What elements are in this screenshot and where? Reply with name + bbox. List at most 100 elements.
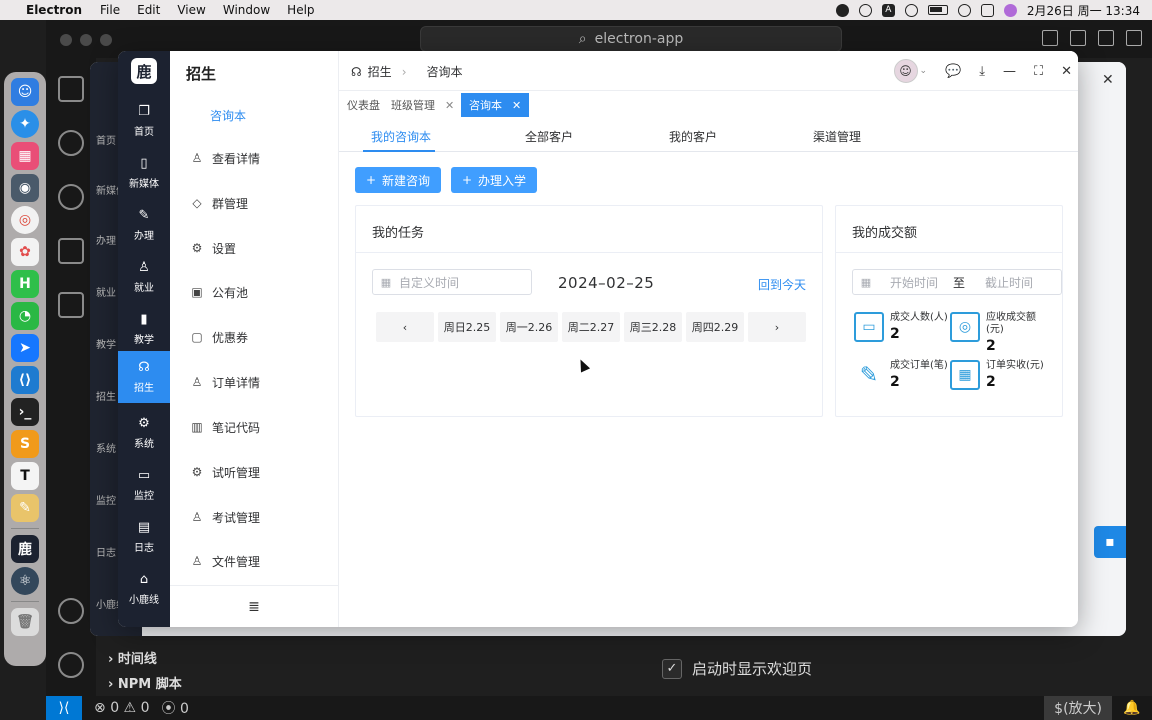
zoom-status[interactable]: $(放大)	[1044, 696, 1112, 720]
nav-item-employment[interactable]: ♙ 就业	[118, 251, 170, 303]
menubar-app-name[interactable]: Electron	[26, 3, 82, 17]
timeline-section[interactable]: › 时间线	[108, 648, 157, 667]
day-button[interactable]: 周三2.28	[624, 312, 682, 342]
message-icon[interactable]: 💬	[945, 64, 961, 79]
user-menu[interactable]: ☺ ⌄	[893, 59, 927, 83]
cloud-icon[interactable]	[858, 3, 872, 17]
close-tab-icon[interactable]: ✕	[445, 99, 454, 112]
ports-status[interactable]: ⦿ 0	[161, 698, 188, 718]
baidu-netdisk-icon[interactable]: ✿	[11, 238, 39, 266]
nav-item-enrollment[interactable]: ☊ 招生	[118, 351, 170, 403]
day-button[interactable]: 周四2.29	[686, 312, 744, 342]
toggle-secondary-sidebar-icon[interactable]	[1098, 30, 1114, 46]
tab-all-customers[interactable]: 全部客户	[525, 128, 573, 145]
siri-icon[interactable]	[1003, 3, 1017, 17]
remote-icon[interactable]: ⟩⟨	[46, 696, 82, 720]
nav-item-xiaoluxian[interactable]: ⌂ 小鹿线	[118, 563, 170, 615]
electron-icon[interactable]: ⚛	[11, 567, 39, 595]
customize-layout-icon[interactable]	[1126, 30, 1142, 46]
tab-my-customers[interactable]: 我的客户	[669, 128, 717, 145]
app-deer-icon[interactable]: 鹿	[11, 535, 39, 563]
menu-edit[interactable]: Edit	[137, 3, 160, 17]
submenu-item-trial-class[interactable]: ⚙ 试听管理	[190, 462, 260, 482]
tag-consult-book[interactable]: 咨询本 ✕	[461, 93, 530, 117]
submenu-item-view-details[interactable]: ♙ 查看详情	[190, 148, 260, 168]
command-center-search[interactable]: ⌕ electron-app	[420, 26, 842, 52]
record-icon[interactable]	[835, 3, 849, 17]
tag-class-management[interactable]: 班级管理 ✕	[383, 93, 462, 117]
safari-icon[interactable]: ✦	[11, 110, 39, 138]
input-method-icon[interactable]: A	[881, 3, 895, 17]
menubar-clock[interactable]: 2月26日 周一 13:34	[1027, 2, 1140, 19]
menu-help[interactable]: Help	[287, 3, 314, 17]
hbuilder-icon[interactable]: H	[11, 270, 39, 298]
nav-item-log[interactable]: ▤ 日志	[118, 511, 170, 563]
problems-status[interactable]: ⊗ 0 ⚠ 0	[94, 700, 149, 716]
zoom-dot[interactable]	[100, 34, 112, 46]
launchpad-icon[interactable]: ▦	[11, 142, 39, 170]
show-welcome-toggle[interactable]: ✓ 启动时显示欢迎页	[662, 658, 812, 679]
maximize-icon[interactable]: ⛶	[1034, 64, 1043, 79]
explorer-icon[interactable]	[58, 76, 84, 102]
nav-item-new-media[interactable]: ▯ 新媒体	[118, 147, 170, 199]
manage-gear-icon[interactable]	[58, 652, 84, 678]
close-icon[interactable]: ✕	[1061, 64, 1072, 79]
nav-item-teaching[interactable]: ▮ 教学	[118, 303, 170, 355]
source-control-icon[interactable]	[58, 184, 84, 210]
sublime-icon[interactable]: S	[11, 430, 39, 458]
accounts-icon[interactable]	[58, 598, 84, 624]
next-day-button[interactable]: ›	[748, 312, 806, 342]
run-debug-icon[interactable]	[58, 238, 84, 264]
custom-time-input[interactable]: ▦ 自定义时间	[372, 269, 532, 295]
search-view-icon[interactable]	[58, 130, 84, 156]
download-icon[interactable]: ⤓	[979, 64, 985, 79]
toggle-sidebar-icon[interactable]	[1042, 30, 1058, 46]
chrome-icon[interactable]: ◎	[11, 206, 39, 234]
finder-icon[interactable]: ☺	[11, 78, 39, 106]
npm-scripts-section[interactable]: › NPM 脚本	[108, 673, 182, 692]
menu-file[interactable]: File	[100, 3, 120, 17]
nav-item-handle[interactable]: ✎ 办理	[118, 199, 170, 251]
close-tab-icon[interactable]: ✕	[512, 99, 521, 112]
paint-icon[interactable]: ✎	[11, 494, 39, 522]
trash-icon[interactable]: 🗑	[11, 608, 39, 636]
control-center-icon[interactable]	[980, 3, 994, 17]
notifications-bell-icon[interactable]: 🔔	[1112, 700, 1152, 716]
close-dot[interactable]	[60, 34, 72, 46]
terminal-icon[interactable]: ›_	[11, 398, 39, 426]
submenu-item-notes-code[interactable]: ▥ 笔记代码	[190, 417, 260, 437]
tag-dashboard[interactable]: 仪表盘	[339, 93, 388, 117]
tab-my-consult-book[interactable]: 我的咨询本	[371, 128, 431, 145]
submenu-item-group[interactable]: ◇ 群管理	[190, 193, 248, 213]
submenu-item-exam[interactable]: ♙ 考试管理	[190, 507, 260, 527]
breadcrumb-item[interactable]: 招生	[368, 63, 392, 80]
submenu-item-consult-book[interactable]: 咨询本	[210, 107, 246, 124]
nav-item-monitor[interactable]: ▭ 监控	[118, 459, 170, 511]
checkbox-checked-icon[interactable]: ✓	[662, 658, 682, 679]
nav-item-home[interactable]: ❐ 首页	[118, 95, 170, 147]
submenu-item-order-details[interactable]: ♙ 订单详情	[190, 372, 260, 392]
submenu-item-files[interactable]: ♙ 文件管理	[190, 551, 260, 571]
feishu-icon[interactable]: ➤	[11, 334, 39, 362]
menu-view[interactable]: View	[177, 3, 205, 17]
vscode-icon[interactable]: ⟨⟩	[11, 366, 39, 394]
back-to-today-link[interactable]: 回到今天	[758, 276, 806, 293]
day-button[interactable]: 周二2.27	[562, 312, 620, 342]
toggle-panel-icon[interactable]	[1070, 30, 1086, 46]
day-button[interactable]: 周日2.25	[438, 312, 496, 342]
nav-item-system[interactable]: ⚙ 系统	[118, 407, 170, 459]
minimize-icon[interactable]: —	[1003, 64, 1016, 79]
collapse-menu-icon[interactable]: ≣	[170, 585, 338, 627]
quicktime-icon[interactable]: ◉	[11, 174, 39, 202]
new-consult-button[interactable]: + 新建咨询	[355, 167, 441, 193]
menu-window[interactable]: Window	[223, 3, 270, 17]
date-range-input[interactable]: ▦ 开始时间 至 截止时间	[852, 269, 1062, 295]
submenu-item-coupon[interactable]: ▢ 优惠券	[190, 327, 248, 347]
day-button[interactable]: 周一2.26	[500, 312, 558, 342]
typora-icon[interactable]: T	[11, 462, 39, 490]
minimize-dot[interactable]	[80, 34, 92, 46]
background-close-icon[interactable]: ✕	[1102, 72, 1114, 88]
prev-day-button[interactable]: ‹	[376, 312, 434, 342]
enroll-button[interactable]: + 办理入学	[451, 167, 537, 193]
tab-channel-management[interactable]: 渠道管理	[813, 128, 861, 145]
